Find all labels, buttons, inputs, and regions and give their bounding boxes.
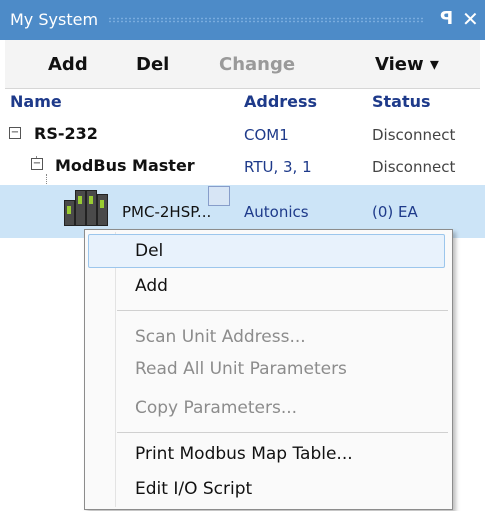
document-icon [208,186,230,206]
close-icon[interactable]: ✕ [462,7,479,31]
menu-item-add[interactable]: Add [135,276,168,296]
tree-row-modbus-master[interactable]: − ModBus Master RTU, 3, 1 Disconnect [0,150,485,182]
menu-item-edit-io-script[interactable]: Edit I/O Script [135,479,252,499]
context-menu: Del Add Scan Unit Address... Read All Un… [84,229,453,510]
tree-node-address: Autonics [244,203,309,221]
title-grip [108,17,423,23]
pin-icon[interactable]: ꟼ [440,8,453,29]
tree-node-status: Disconnect [372,126,456,144]
add-button[interactable]: Add [48,54,88,75]
menu-item-print-modbus-map-table[interactable]: Print Modbus Map Table... [135,444,353,464]
column-header-status[interactable]: Status [372,92,431,111]
panel-title: My System [10,10,99,29]
plc-device-icon [64,190,108,226]
column-header-name[interactable]: Name [10,92,62,111]
tree-node-address: COM1 [244,126,289,144]
tree-node-name: RS-232 [34,124,98,143]
tree-node-name: ModBus Master [55,156,195,175]
menu-item-scan-unit-address[interactable]: Scan Unit Address... [135,327,306,347]
view-menu-button[interactable]: View ▾ [375,54,439,75]
change-button[interactable]: Change [219,54,295,75]
tree-node-status: (0) EA [372,203,418,221]
menu-item-copy-parameters[interactable]: Copy Parameters... [135,398,297,418]
menu-item-del[interactable]: Del [135,241,163,261]
menu-separator [117,432,448,433]
tree-node-address: RTU, 3, 1 [244,158,312,176]
menu-item-read-all-unit-parameters[interactable]: Read All Unit Parameters [135,359,347,379]
tree-node-status: Disconnect [372,158,456,176]
toolbar: Add Del Change View ▾ [5,40,480,89]
collapse-icon[interactable]: − [9,127,21,139]
collapse-icon[interactable]: − [31,158,43,170]
menu-gutter [115,232,116,507]
tree-row-rs232[interactable]: − RS-232 COM1 Disconnect [0,118,485,150]
del-button[interactable]: Del [136,54,169,75]
column-header-address[interactable]: Address [244,92,317,111]
menu-separator [117,310,448,311]
tree-node-name: PMC-2HSP... [122,203,212,221]
panel-title-bar: My System ꟼ ✕ [0,0,485,40]
